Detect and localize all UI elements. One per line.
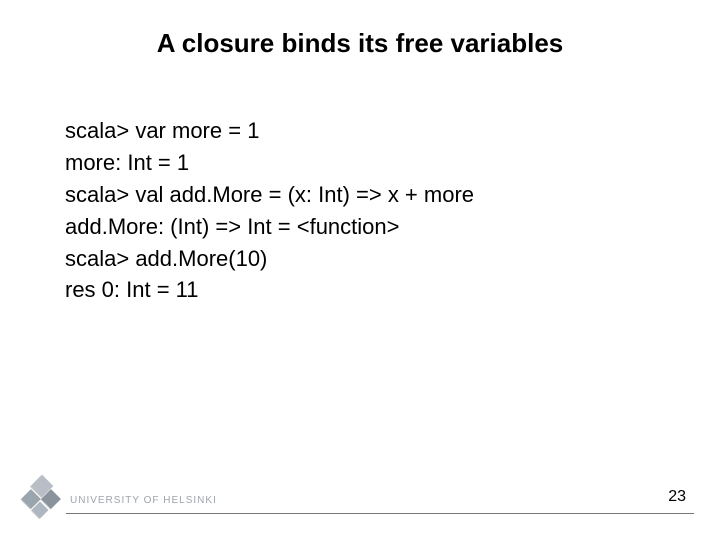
divider	[66, 513, 694, 514]
page-number: 23	[668, 488, 686, 506]
code-line: scala> var more = 1	[65, 115, 660, 147]
university-name: UNIVERSITY OF HELSINKI	[70, 495, 217, 506]
code-line: add.More: (Int) => Int = <function>	[65, 211, 660, 243]
code-line: scala> val add.More = (x: Int) => x + mo…	[65, 179, 660, 211]
footer: UNIVERSITY OF HELSINKI 23	[0, 482, 720, 524]
code-line: scala> add.More(10)	[65, 243, 660, 275]
university-logo-icon	[20, 478, 62, 520]
code-line: res 0: Int = 11	[65, 274, 660, 306]
slide-title: A closure binds its free variables	[0, 28, 720, 59]
slide: A closure binds its free variables scala…	[0, 0, 720, 540]
code-block: scala> var more = 1 more: Int = 1 scala>…	[65, 115, 660, 306]
code-line: more: Int = 1	[65, 147, 660, 179]
